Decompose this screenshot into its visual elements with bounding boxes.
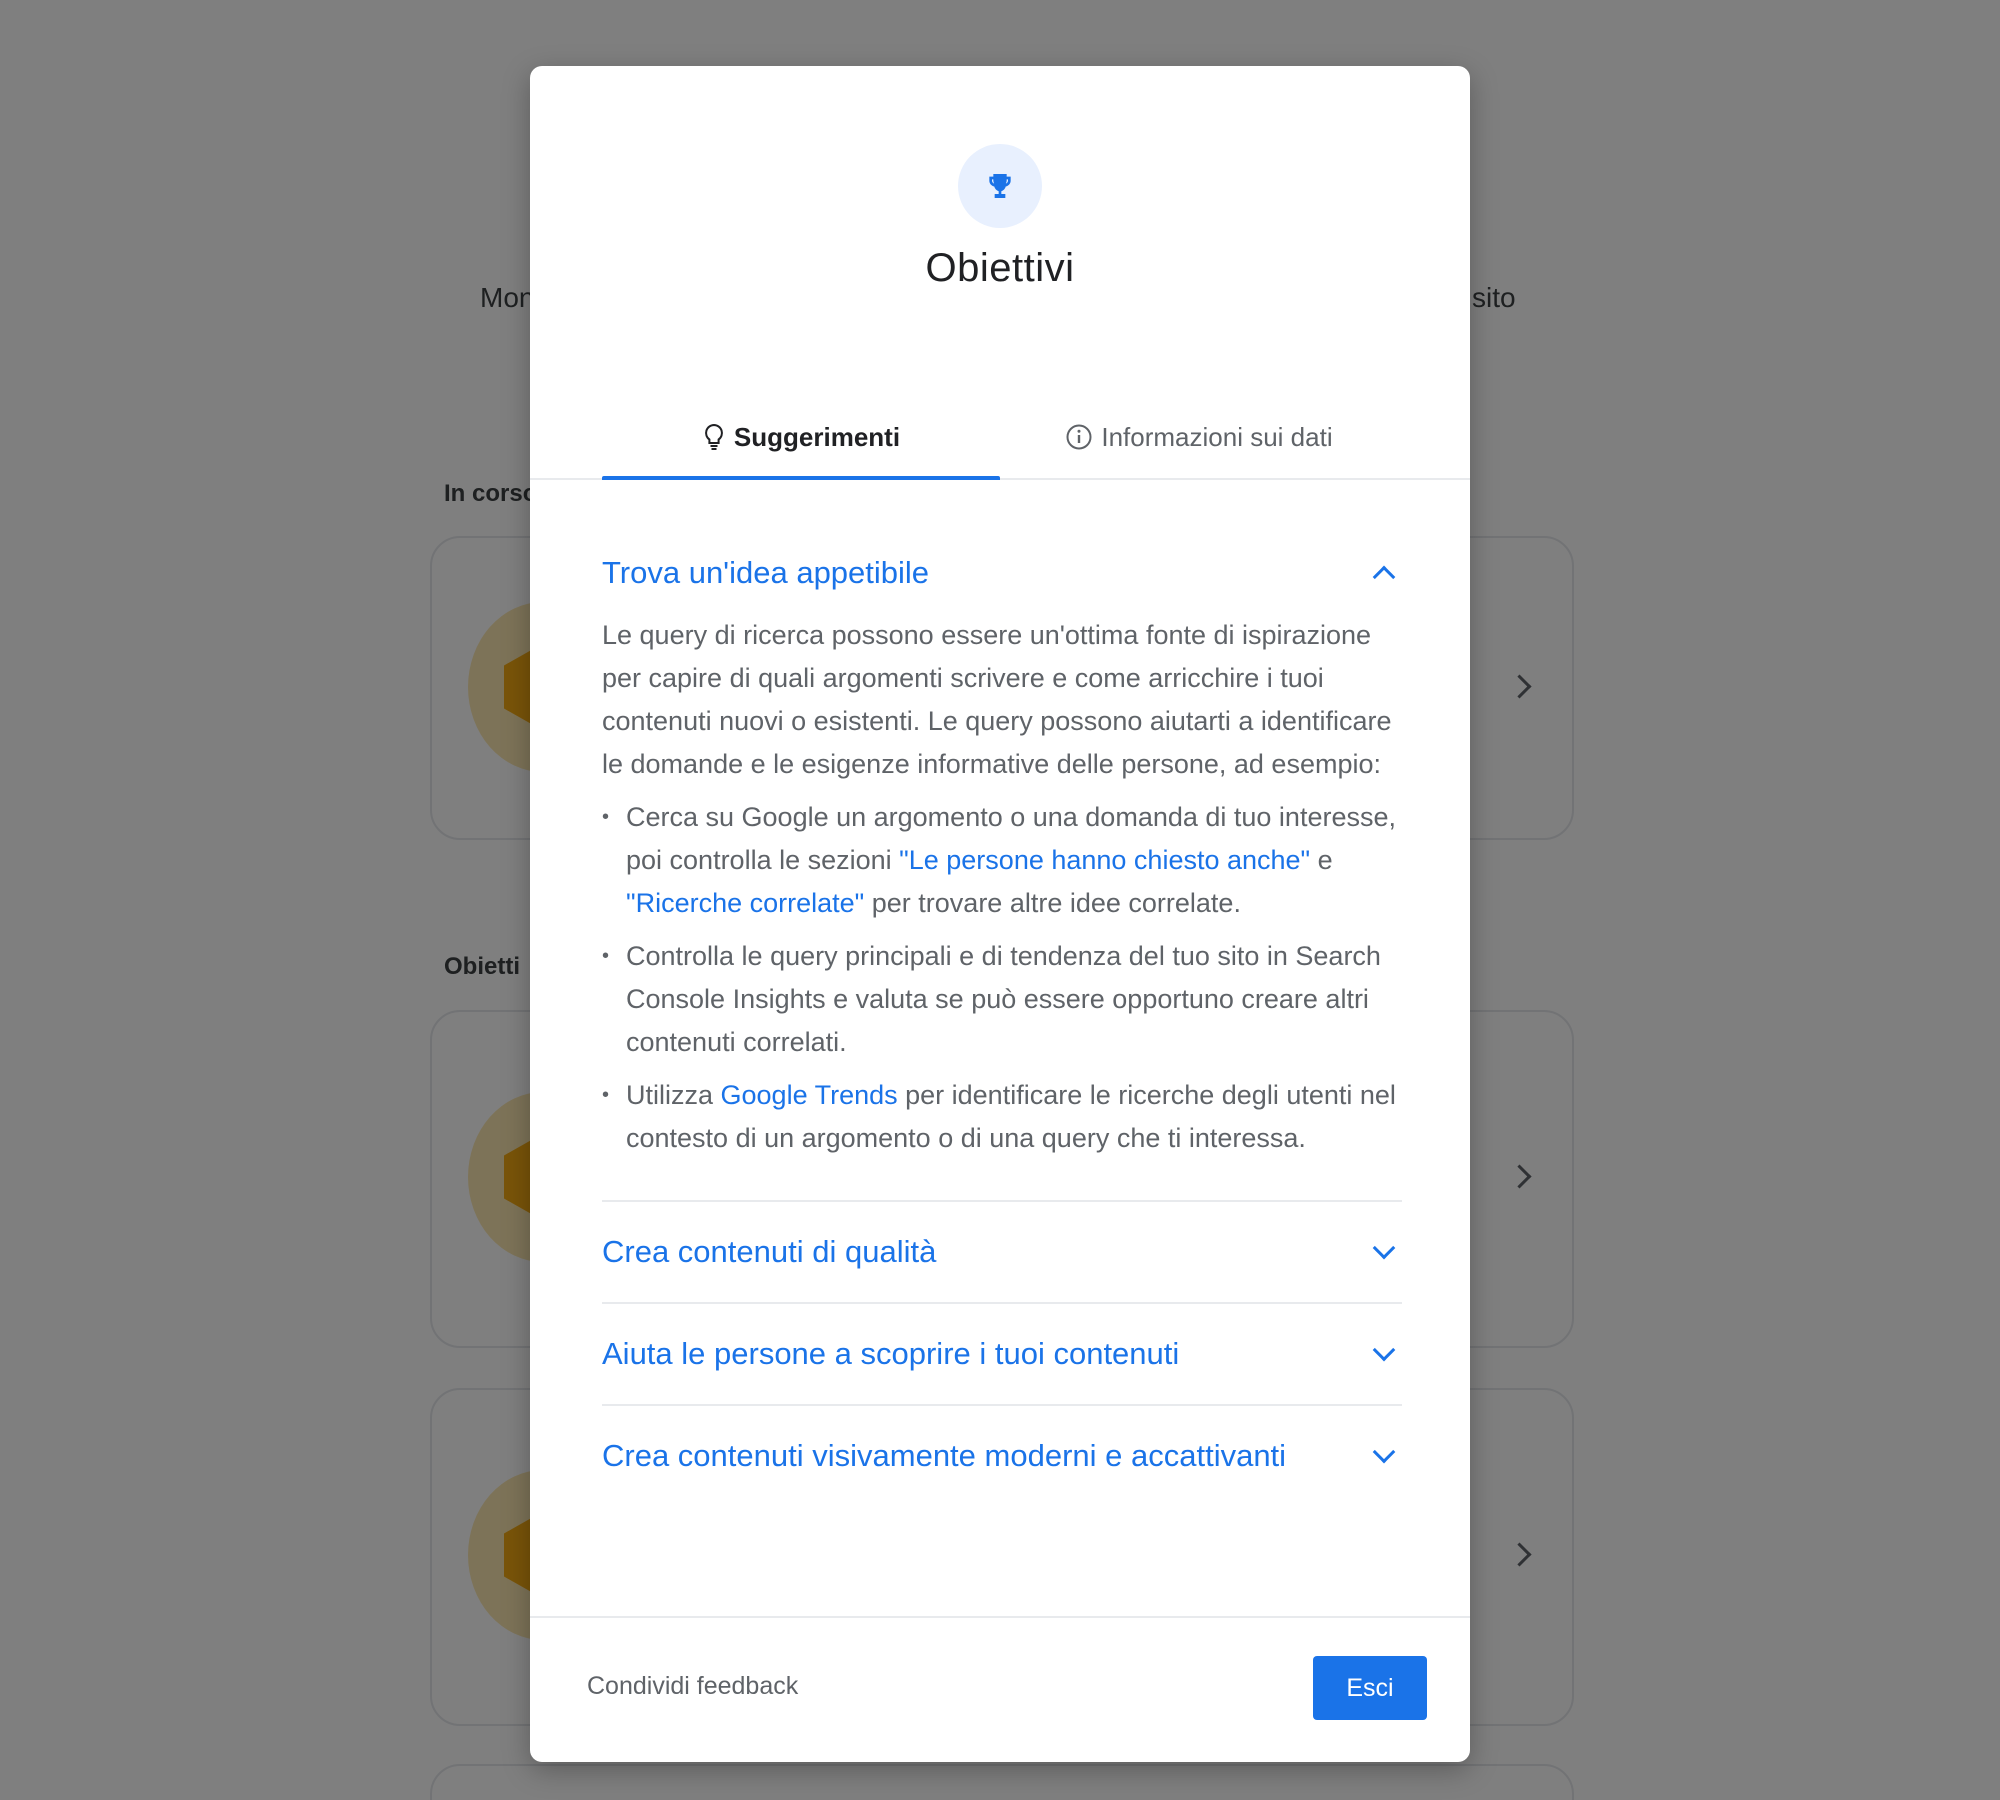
dialog-title: Obiettivi [925,246,1075,290]
tab-label: Informazioni sui dati [1101,421,1333,452]
list-item: Controlla le query principali e di tende… [602,935,1402,1064]
bullet-text: per trovare altre idee correlate. [864,888,1241,918]
related-searches-link[interactable]: "Ricerche correlate" [626,888,864,918]
chevron-down-icon[interactable] [1372,1440,1396,1464]
tab-suggestions[interactable]: Suggerimenti [602,396,1000,478]
accordion-intro: Le query di ricerca possono essere un'ot… [602,620,1392,779]
accordion-title: Crea contenuti di qualità [602,1234,937,1269]
accordion-item: Aiuta le persone a scoprire i tuoi conte… [602,1304,1402,1406]
info-icon [1065,423,1093,451]
accordion-header[interactable]: Crea contenuti visivamente moderni e acc… [602,1406,1402,1506]
list-item: Cerca su Google un argomento o una doman… [602,796,1402,925]
tab-bar: Suggerimenti Informazioni sui dati [530,396,1470,480]
accordion-body: Le query di ricerca possono essere un'ot… [602,610,1402,1200]
chevron-up-icon[interactable] [1372,565,1396,589]
accordion-header[interactable]: Crea contenuti di qualità [602,1202,1402,1302]
accordion-item: Trova un'idea appetibile Le query di ric… [602,536,1402,1202]
google-trends-link[interactable]: Google Trends [721,1080,898,1110]
accordion-header[interactable]: Aiuta le persone a scoprire i tuoi conte… [602,1304,1402,1404]
people-also-ask-link[interactable]: "Le persone hanno chiesto anche" [899,845,1310,875]
lightbulb-icon [702,423,726,451]
share-feedback-link[interactable]: Condividi feedback [587,1672,798,1701]
goals-dialog: Obiettivi Suggerimenti Informazioni sui … [530,66,1470,1762]
list-item: Utilizza Google Trends per identificare … [602,1074,1402,1160]
chevron-down-icon[interactable] [1372,1236,1396,1260]
tab-data-info[interactable]: Informazioni sui dati [1000,396,1398,478]
bullet-text: Controlla le query principali e di tende… [626,941,1381,1057]
trophy-badge [958,144,1042,228]
chevron-down-icon[interactable] [1372,1338,1396,1362]
accordion-header[interactable]: Trova un'idea appetibile [602,536,1402,610]
exit-button[interactable]: Esci [1313,1656,1427,1720]
trophy-icon [989,174,1011,198]
suggestions-accordion: Trova un'idea appetibile Le query di ric… [602,536,1402,1506]
accordion-item: Crea contenuti visivamente moderni e acc… [602,1406,1402,1506]
accordion-title: Aiuta le persone a scoprire i tuoi conte… [602,1336,1180,1371]
accordion-title: Trova un'idea appetibile [602,555,930,590]
accordion-title: Crea contenuti visivamente moderni e acc… [602,1438,1287,1473]
tips-list: Cerca su Google un argomento o una doman… [602,796,1402,1160]
accordion-item: Crea contenuti di qualità [602,1202,1402,1304]
dialog-footer: Condividi feedback Esci [530,1616,1470,1762]
tab-label: Suggerimenti [733,421,901,452]
active-tab-indicator [602,476,1000,480]
bullet-text: e [1310,845,1333,875]
bullet-text: Utilizza [626,1080,721,1110]
